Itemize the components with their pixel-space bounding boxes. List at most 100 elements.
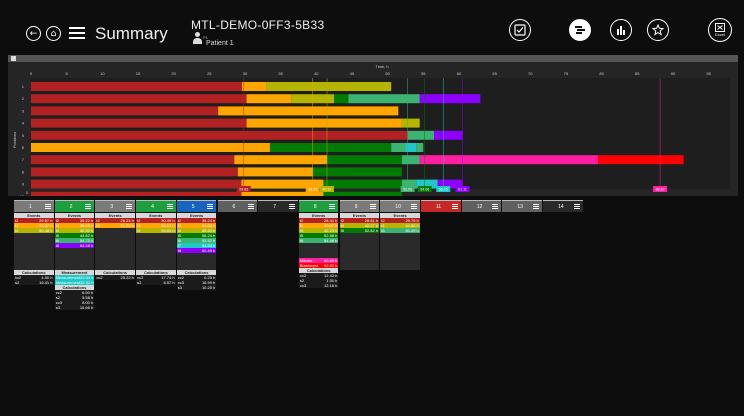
event-name: t4 — [137, 228, 141, 233]
event-time: 64.48 h — [79, 243, 94, 248]
position-button-5[interactable]: 5 — [176, 200, 217, 212]
event-marker-label: 56.75 — [439, 188, 448, 192]
event-time: 52.82 h — [364, 228, 379, 233]
position-button-7[interactable]: 7 — [258, 200, 298, 212]
collapse-icon[interactable] — [11, 56, 16, 61]
position-button-4[interactable]: 4 — [136, 200, 176, 212]
event-name: t8 — [177, 248, 182, 253]
timeline-view-button[interactable] — [569, 19, 591, 41]
event-marker-label: 61.11 — [458, 188, 467, 192]
event-time: 51.22 h — [120, 223, 134, 228]
event-name: t3 — [96, 223, 100, 228]
position-button-11[interactable]: 11 — [421, 200, 461, 212]
list-icon[interactable] — [532, 204, 539, 209]
row-label: 8 — [22, 169, 25, 174]
x-tick-label: 30 — [243, 71, 248, 76]
list-icon[interactable] — [370, 204, 377, 209]
list-icon[interactable] — [410, 204, 417, 209]
x-tick-label: 65 — [492, 71, 497, 76]
row-label: 4 — [22, 121, 25, 126]
back-icon[interactable]: ← — [26, 26, 41, 41]
position-number: 4 — [151, 203, 154, 210]
list-icon[interactable] — [125, 204, 132, 209]
timeline-bar-segment — [334, 94, 349, 104]
timeline-bar-segment — [31, 130, 408, 140]
timeline-bar-segment — [234, 155, 328, 165]
list-icon[interactable] — [166, 204, 173, 209]
row-label: 10 — [20, 194, 25, 196]
timeline-bar-segment — [598, 155, 684, 165]
chart-view-button[interactable] — [610, 19, 632, 41]
position-button-9[interactable]: 9 — [339, 200, 380, 212]
event-time: 54.48 h — [324, 238, 338, 243]
event-name: cc2 — [96, 275, 103, 280]
row-label: 7 — [22, 157, 25, 162]
position-button-13[interactable]: 13 — [502, 200, 542, 212]
row-label: 6 — [22, 145, 25, 150]
timeline-bar-segment — [218, 106, 399, 116]
event-time: 6.57 h — [163, 280, 175, 285]
position-button-6[interactable]: 6 — [217, 200, 257, 212]
x-tick-label: 60 — [457, 71, 462, 76]
position-number: 14 — [558, 203, 564, 210]
row-label: 9 — [22, 182, 25, 187]
favorite-button[interactable] — [647, 19, 669, 41]
event-time: 12.16 h — [324, 283, 338, 288]
timeline-bar-segment — [31, 179, 242, 189]
event-time: 54.93 h — [161, 228, 175, 233]
list-icon[interactable] — [573, 204, 580, 209]
event-name: t6 — [299, 238, 304, 243]
position-panel-5: Events t2 35.24 h t3 53.00 h t4 55.83 h t5 56.24… — [176, 213, 217, 290]
position-button-12[interactable]: 12 — [461, 200, 502, 212]
list-icon[interactable] — [288, 204, 295, 209]
list-icon[interactable] — [85, 204, 92, 209]
position-panel-3: Events t2 26.24 h t3 51.22 h Calculations cc2 2… — [95, 213, 135, 280]
position-button-10[interactable]: 10 — [380, 200, 420, 212]
position-panel-8: Events t2 28.41 h t3 40.07 h t4 42.23 h t5 52.88… — [298, 213, 339, 288]
x-tick-label: 50 — [385, 71, 390, 76]
timeline-bar-segment — [327, 155, 402, 165]
checkbox-view-button[interactable] — [509, 19, 531, 41]
timeline-bar-segment — [391, 143, 406, 152]
position-button-3[interactable]: 3 — [95, 200, 135, 212]
position-number: 12 — [476, 203, 483, 210]
position-number: 10 — [395, 203, 401, 210]
event-time: 25.22 h — [120, 275, 134, 280]
excel-export-button[interactable]: Excel — [708, 18, 732, 42]
list-icon[interactable] — [207, 204, 214, 209]
position-button-8[interactable]: 8 — [298, 200, 339, 212]
position-number: 11 — [436, 203, 442, 210]
list-icon[interactable] — [44, 204, 51, 209]
position-number: 1 — [29, 203, 32, 210]
timeline-bar-segment — [241, 191, 324, 196]
position-button-14[interactable]: 14 — [543, 200, 583, 212]
event-marker-label: 29.83 — [239, 188, 248, 192]
list-icon[interactable] — [492, 204, 499, 209]
calculations-list: cc2 6.50 h s2 5.58 h cc3 8.00 h s3 10.66 h — [54, 290, 95, 310]
list-icon[interactable] — [451, 204, 458, 209]
chart-title: Time, h — [375, 64, 388, 69]
row-label: 3 — [22, 108, 25, 113]
position-panel-10: Events t2 29.75 h t4 44.86 h t8 60.49 h — [380, 213, 420, 270]
excel-icon — [715, 23, 725, 32]
timeline-bar-segment — [237, 167, 313, 177]
position-panel-9: Events t2 28.81 h t4 40.27 h t5 52.82 h — [339, 213, 380, 270]
timeline-bar-segment — [31, 155, 235, 165]
position-button-1[interactable]: 1 — [14, 200, 54, 212]
x-origin-label: 0 — [26, 190, 29, 195]
calculations-list: cc2 4.50 h s2 16.41 h — [14, 275, 54, 285]
timeline-bar-segment — [401, 155, 420, 165]
list-icon[interactable] — [248, 204, 254, 209]
bar-chart-icon — [617, 26, 625, 35]
menu-icon[interactable] — [69, 27, 85, 39]
x-tick-label: 40 — [314, 71, 319, 76]
event-marker-label: 40.17 — [323, 188, 332, 192]
list-icon[interactable] — [329, 204, 336, 209]
position-button-2[interactable]: 2 — [54, 200, 95, 212]
position-number: 2 — [69, 203, 73, 210]
timeline-bar-segment — [31, 118, 247, 128]
home-icon[interactable]: ⌂ — [46, 26, 61, 41]
